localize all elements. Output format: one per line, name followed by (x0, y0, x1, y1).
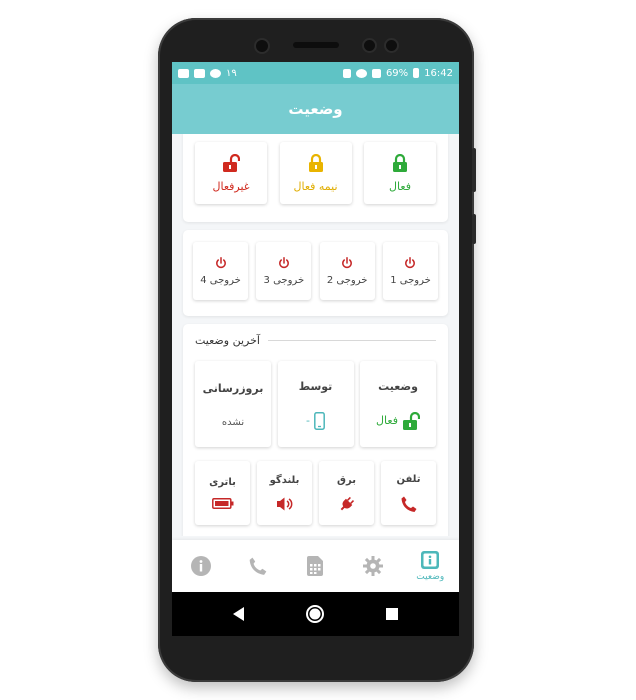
output-1-label: خروجی 1 (390, 274, 431, 286)
section-title: آخرین وضعیت (195, 334, 260, 347)
devices-row: تلفن برق بلندگو باتری (195, 461, 436, 525)
section-divider (267, 340, 436, 341)
device-speaker-label: بلندگو (269, 474, 300, 486)
status-icon (421, 551, 440, 569)
updated-title: بروزرسانی (202, 382, 264, 395)
mobile-icon (314, 411, 325, 430)
device-battery-label: باتری (209, 477, 236, 488)
signal-icon (371, 68, 381, 78)
battery-icon (413, 68, 420, 78)
info-icon (190, 556, 211, 576)
app-bar: وضعیت (172, 84, 459, 134)
power-icon (215, 256, 226, 268)
mode-active-button[interactable]: فعال (364, 142, 436, 204)
system-nav-bar (172, 592, 459, 636)
device-phone-label: تلفن (396, 473, 421, 485)
output-3-label: خروجی 3 (263, 274, 305, 286)
output-4-button[interactable]: خروجی 4 (193, 242, 248, 300)
page-title: وضعیت (288, 100, 343, 118)
clock: 16:42 (424, 67, 453, 79)
power-button (472, 214, 476, 244)
front-sensor (364, 40, 375, 51)
by-title: توسط (298, 380, 333, 394)
by-value: - (306, 414, 310, 428)
power-icon (342, 256, 353, 268)
mode-active-label: فعال (389, 179, 411, 193)
youtube-icon (178, 68, 189, 78)
nav-phone[interactable] (233, 556, 283, 576)
bottom-nav: وضعیت (172, 540, 459, 592)
nav-status-label: وضعیت (416, 572, 445, 582)
volume-button (472, 148, 476, 192)
recents-icon[interactable] (385, 607, 399, 621)
back-icon[interactable] (232, 606, 246, 622)
output-3-button[interactable]: خروجی 3 (256, 242, 312, 300)
updated-info-box: بروزرسانی نشده (195, 361, 271, 447)
status-info-box: وضعیت فعال (360, 361, 436, 447)
main-content: فعال نیمه فعال غیرفعال خروجی 1 خروجی 2 خ… (172, 134, 459, 536)
nav-info[interactable] (176, 555, 226, 577)
mode-inactive-button[interactable]: غیرفعال (195, 142, 267, 204)
front-camera (256, 40, 268, 52)
gear-icon (362, 556, 383, 576)
gallery-icon (194, 68, 205, 78)
updated-value: نشده (221, 417, 245, 428)
vibrate-icon (342, 68, 351, 78)
lock-open-icon (402, 411, 420, 430)
output-2-label: خروجی 2 (326, 274, 368, 286)
outputs-card: خروجی 1 خروجی 2 خروجی 3 خروجی 4 (183, 230, 448, 316)
phone-icon (249, 557, 267, 575)
nav-sim[interactable] (290, 555, 340, 577)
nav-status[interactable]: وضعیت (405, 550, 455, 582)
status-left-text: ۱۹ (226, 67, 237, 79)
status-info-row: وضعیت فعال توسط - بروزرسانی نشده (195, 361, 436, 447)
battery-icon (211, 498, 233, 509)
device-battery-box: باتری (195, 461, 250, 525)
mode-inactive-label: غیرفعال (212, 179, 250, 193)
phone-icon (401, 496, 416, 512)
lock-open-icon (223, 153, 240, 172)
status-value: فعال (376, 414, 398, 428)
app-screen: ۱۹ 69% 16:42 وضعیت فعال نیمه فعال غیرفعا… (172, 62, 459, 592)
no-sync-icon (210, 68, 221, 78)
power-icon (405, 256, 416, 268)
output-2-button[interactable]: خروجی 2 (319, 242, 375, 300)
sim-icon (307, 556, 324, 576)
status-bar: ۱۹ 69% 16:42 (172, 62, 459, 84)
nav-settings[interactable] (348, 555, 398, 577)
output-1-button[interactable]: خروجی 1 (382, 242, 438, 300)
speaker-icon (276, 497, 292, 510)
power-icon (278, 256, 289, 268)
device-phone-box: تلفن (381, 461, 436, 525)
by-info-box: توسط - (277, 361, 354, 447)
front-sensor-2 (386, 40, 397, 51)
last-status-card: آخرین وضعیت وضعیت فعال توسط - بروزرسانی … (183, 324, 448, 536)
section-header: آخرین وضعیت (195, 334, 436, 347)
lock-closed-icon (393, 153, 407, 172)
status-title: وضعیت (378, 380, 418, 394)
battery-percent: 69% (385, 67, 409, 79)
device-power-label: برق (337, 474, 356, 486)
mode-semi-active-label: نیمه فعال (293, 179, 338, 193)
device-speaker-box: بلندگو (257, 461, 312, 525)
plug-icon (340, 496, 354, 510)
device-power-box: برق (319, 461, 374, 525)
mode-semi-active-button[interactable]: نیمه فعال (279, 142, 352, 204)
home-icon[interactable] (305, 604, 325, 624)
earpiece-speaker (293, 42, 339, 48)
mode-card: فعال نیمه فعال غیرفعال (183, 134, 448, 222)
output-4-label: خروجی 4 (200, 274, 241, 286)
alarm-icon (355, 68, 367, 78)
lock-closed-icon (308, 153, 323, 172)
